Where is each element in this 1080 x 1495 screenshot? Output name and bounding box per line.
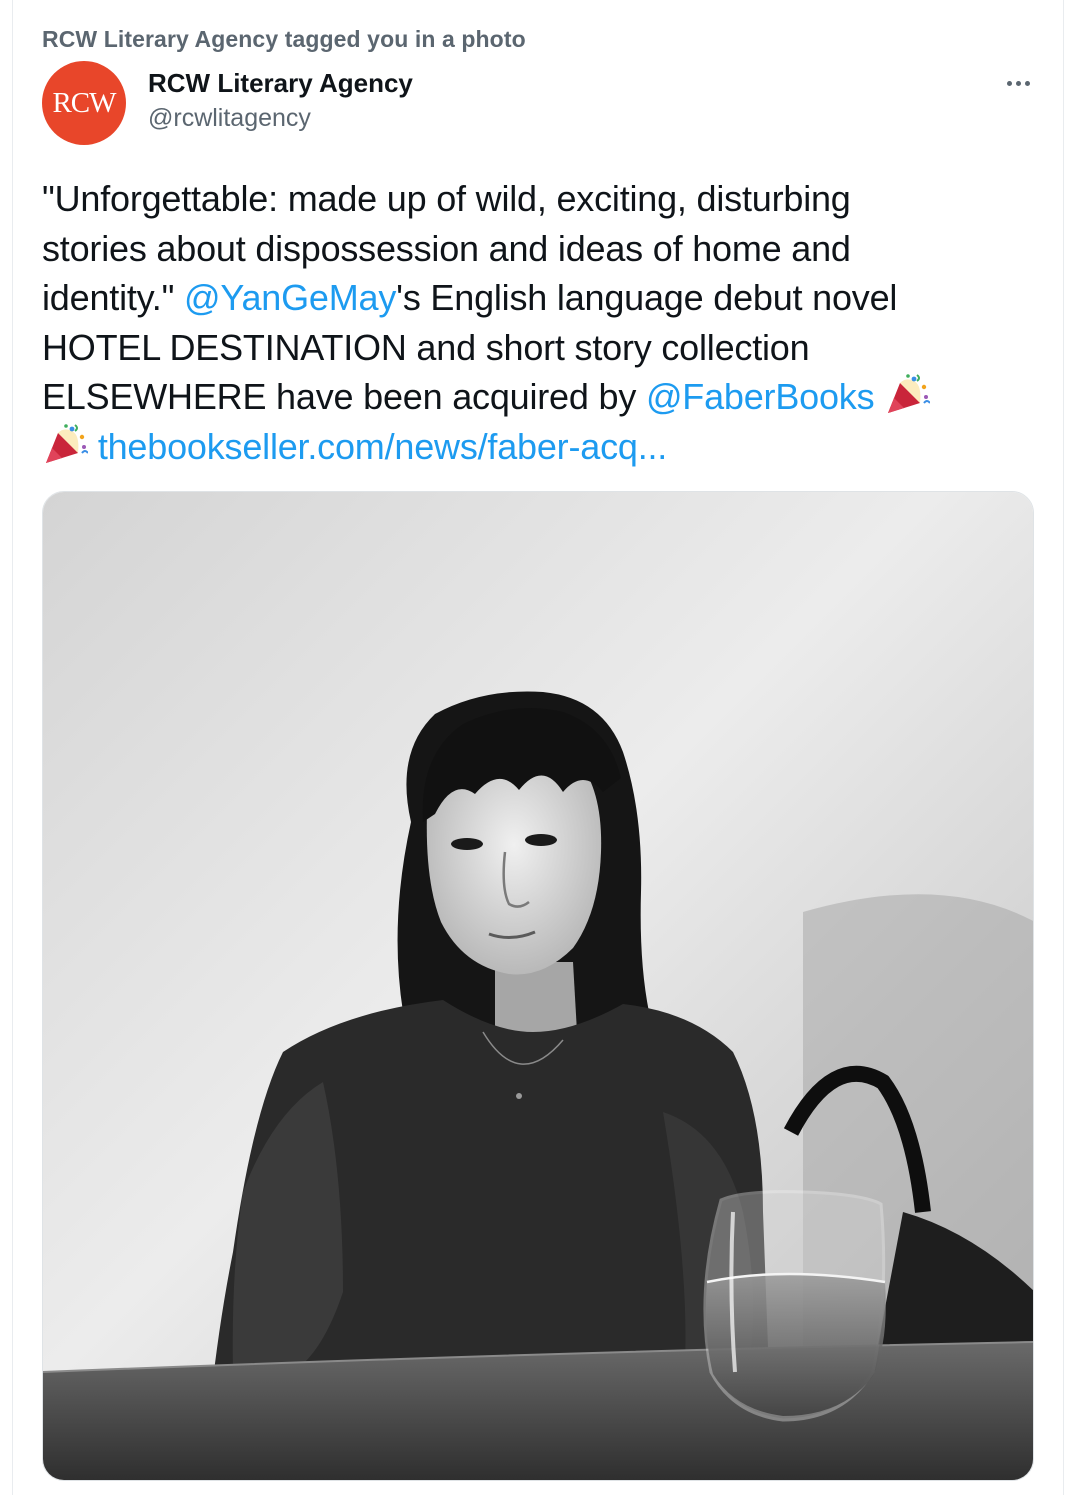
portrait-photo-image — [43, 492, 1033, 1480]
more-horizontal-icon — [1024, 80, 1030, 86]
tweet-line: "Unforgettable: made up of wild, excitin… — [42, 178, 851, 219]
tweet-text-segment: ELSEWHERE have been acquired by — [42, 376, 646, 418]
author-handle[interactable]: @rcwlitagency — [148, 104, 311, 133]
mention-link-faberbooks[interactable]: @FaberBooks — [646, 376, 875, 417]
tweet-text-segment: 's English language debut novel — [396, 277, 898, 319]
tweet-line: HOTEL DESTINATION and short story collec… — [42, 326, 810, 368]
mention-link-yangemay[interactable]: @YanGeMay — [184, 277, 396, 318]
tagged-notice: RCW Literary Agency tagged you in a phot… — [42, 26, 526, 52]
more-options-button[interactable] — [996, 68, 1040, 98]
article-link[interactable]: thebookseller.com/news/faber-acq... — [98, 426, 668, 467]
more-horizontal-icon — [1015, 80, 1021, 86]
author-name[interactable]: RCW Literary Agency — [148, 68, 413, 99]
tweet-line: thebookseller.com/news/faber-acq... — [42, 422, 1032, 472]
tweet-line: stories about dispossession and ideas of… — [42, 227, 851, 269]
tweet-line: ELSEWHERE have been acquired by @FaberBo… — [42, 372, 1032, 422]
tweet-line: identity." @YanGeMay's English language … — [42, 273, 1032, 323]
party-popper-icon — [884, 373, 931, 415]
avatar-text: RCW — [52, 86, 116, 119]
tweet-photo[interactable] — [42, 491, 1034, 1481]
tweet-text-segment: identity." — [42, 277, 184, 319]
more-horizontal-icon — [1006, 80, 1012, 86]
avatar[interactable]: RCW — [42, 61, 126, 145]
tweet-text: "Unforgettable: made up of wild, excitin… — [42, 174, 1032, 472]
party-popper-icon — [42, 423, 88, 465]
